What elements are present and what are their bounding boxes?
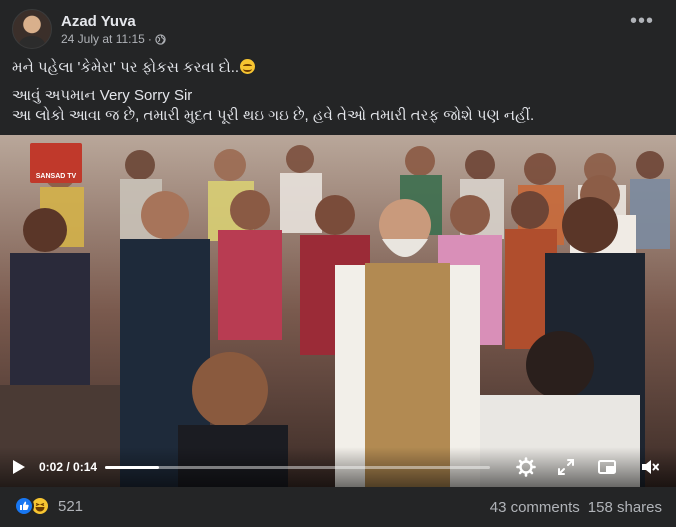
post-header: Azad Yuva 24 July at 11:15 · <box>12 8 166 50</box>
more-options-icon[interactable]: ••• <box>630 11 654 31</box>
mute-icon[interactable] <box>640 457 660 477</box>
post-header-text: Azad Yuva 24 July at 11:15 · <box>61 12 166 47</box>
post-caption: મને પહેલા 'કેમેરા' પર ફોકસ કરવા દો.. આવુ… <box>12 58 662 126</box>
current-time: 0:02 <box>39 460 64 474</box>
post-timestamp[interactable]: 24 July at 11:15 <box>61 31 145 47</box>
globe-icon[interactable] <box>155 33 166 45</box>
fullscreen-icon[interactable] <box>556 457 576 477</box>
video-player[interactable]: SANSAD TV 0:02 / 0:14 <box>0 135 676 487</box>
video-frame <box>0 135 676 487</box>
duration: 0:14 <box>73 460 98 474</box>
post-stats: 43 comments 158 shares <box>490 499 662 516</box>
post-footer: 521 43 comments 158 shares <box>0 487 676 527</box>
facebook-post: Azad Yuva 24 July at 11:15 · ••• મને પહે… <box>0 0 676 527</box>
video-controls: 0:02 / 0:14 <box>0 447 676 487</box>
reaction-count: 521 <box>58 497 84 515</box>
caption-line-2: આવું અપમાન Very Sorry Sir <box>12 87 193 104</box>
shares-count[interactable]: 158 shares <box>588 499 662 516</box>
progress-bar[interactable] <box>105 466 490 469</box>
reactions-summary[interactable]: 521 <box>14 496 83 516</box>
caption-line-1-text: મને પહેલા 'કેમેરા' પર ફોકસ કરવા દો.. <box>12 59 240 76</box>
like-icon <box>14 496 34 516</box>
caption-line-3: આ લોકો આવા જ છે, તમારી મુદત પૂરી થઇ ગઇ છ… <box>12 107 535 124</box>
time-separator: / <box>63 460 74 474</box>
play-icon[interactable] <box>12 459 26 475</box>
miniplayer-icon[interactable] <box>597 457 617 477</box>
sansad-tv-watermark: SANSAD TV <box>30 143 82 183</box>
settings-icon[interactable] <box>516 457 536 477</box>
meta-separator: · <box>147 31 152 46</box>
caption-line-1: મને પહેલા 'કેમેરા' પર ફોકસ કરવા દો.. <box>12 58 662 78</box>
author-avatar[interactable] <box>12 9 52 49</box>
video-time: 0:02 / 0:14 <box>39 460 97 474</box>
smiling-face-emoji-icon <box>240 59 256 74</box>
post-meta: 24 July at 11:15 · <box>61 31 166 47</box>
author-name[interactable]: Azad Yuva <box>61 12 166 31</box>
progress-fill <box>105 466 159 469</box>
comments-count[interactable]: 43 comments <box>490 499 580 516</box>
